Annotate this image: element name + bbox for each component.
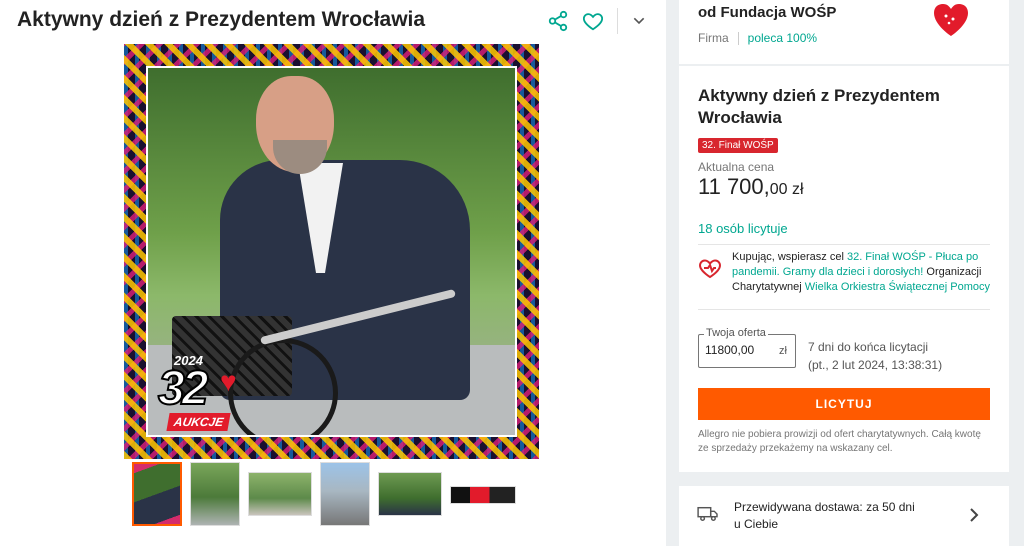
seller-recommendation[interactable]: poleca 100%	[748, 31, 817, 45]
bid-input-field[interactable]: Twoja oferta zł	[698, 327, 796, 368]
bid-input[interactable]	[705, 343, 769, 357]
seller-type: Firma	[698, 31, 729, 45]
final-badge: 32. Finał WOŚP	[698, 138, 778, 153]
thumbnail-strip	[132, 462, 516, 526]
wosp-heart-icon: ♥	[220, 366, 237, 397]
chevron-down-icon	[633, 17, 645, 25]
charity-org-link[interactable]: Wielka Orkiestra Świątecznej Pomocy	[805, 281, 990, 293]
offer-title: Aktywny dzień z Prezydentem Wrocławia	[698, 86, 940, 127]
divider	[617, 8, 618, 34]
wosp-logo-icon	[934, 4, 968, 36]
main-product-image[interactable]: 2024 32 ♥ AUKCJE	[124, 44, 539, 459]
thumbnail-3[interactable]	[248, 472, 312, 516]
auction-time: 7 dni do końca licytacji (pt., 2 lut 202…	[808, 338, 942, 374]
price-decimal: 00 zł	[769, 181, 804, 198]
time-left: 7 dni do końca licytacji	[808, 340, 929, 354]
current-price: 11 700,00 zł	[698, 174, 804, 200]
heart-icon	[582, 13, 604, 31]
final-32-badge: 2024 32 ♥ AUKCJE	[154, 353, 264, 433]
charity-text: Kupując, wspierasz cel 32. Finał WOŚP - …	[732, 251, 990, 293]
title-actions	[545, 8, 661, 34]
delivery-card[interactable]: Przewidywana dostawa: za 50 dni u Ciebie	[679, 486, 1009, 546]
price-main: 11 700,	[698, 174, 770, 199]
share-button[interactable]	[545, 8, 571, 34]
charity-heart-icon	[699, 259, 721, 279]
seller-name[interactable]: od Fundacja WOŚP	[698, 4, 836, 21]
product-photo: 2024 32 ♥ AUKCJE	[146, 66, 517, 437]
badge-number: 32	[157, 361, 209, 416]
chevron-right-icon[interactable]	[967, 505, 981, 525]
thumbnail-5[interactable]	[378, 472, 442, 516]
page-title: Aktywny dzień z Prezydentem Wrocławia	[17, 8, 426, 31]
divider	[698, 244, 990, 245]
seller-card: od Fundacja WOŚP Firma poleca 100%	[679, 0, 1009, 64]
thumbnail-1[interactable]	[132, 462, 182, 526]
bid-button[interactable]: LICYTUJ	[698, 388, 990, 420]
delivery-estimate: Przewidywana dostawa: za 50 dni u Ciebie	[734, 500, 915, 531]
thumbnail-4[interactable]	[320, 462, 370, 526]
seller-meta: Firma poleca 100%	[698, 31, 817, 45]
share-icon	[548, 10, 568, 32]
badge-label: AUKCJE	[166, 413, 231, 431]
price-label: Aktualna cena	[698, 160, 775, 174]
more-button[interactable]	[626, 8, 652, 34]
thumbnail-2[interactable]	[190, 462, 240, 526]
charity-info: Kupując, wspierasz cel 32. Finał WOŚP - …	[698, 250, 990, 295]
bid-label: Twoja oferta	[704, 327, 768, 339]
commission-note: Allegro nie pobiera prowizji od ofert ch…	[698, 429, 981, 454]
bid-currency: zł	[779, 345, 787, 357]
thumbnail-6[interactable]	[450, 486, 516, 504]
bidders-link[interactable]: 18 osób licytuje	[698, 221, 788, 236]
favorite-button[interactable]	[580, 8, 606, 34]
truck-icon	[697, 506, 718, 522]
divider	[698, 309, 990, 310]
offer-card: Aktywny dzień z Prezydentem Wrocławia 32…	[679, 66, 1009, 472]
end-date: (pt., 2 lut 2024, 13:38:31)	[808, 358, 943, 372]
gallery-panel: Aktywny dzień z Prezydentem Wrocławia 20…	[0, 0, 666, 546]
